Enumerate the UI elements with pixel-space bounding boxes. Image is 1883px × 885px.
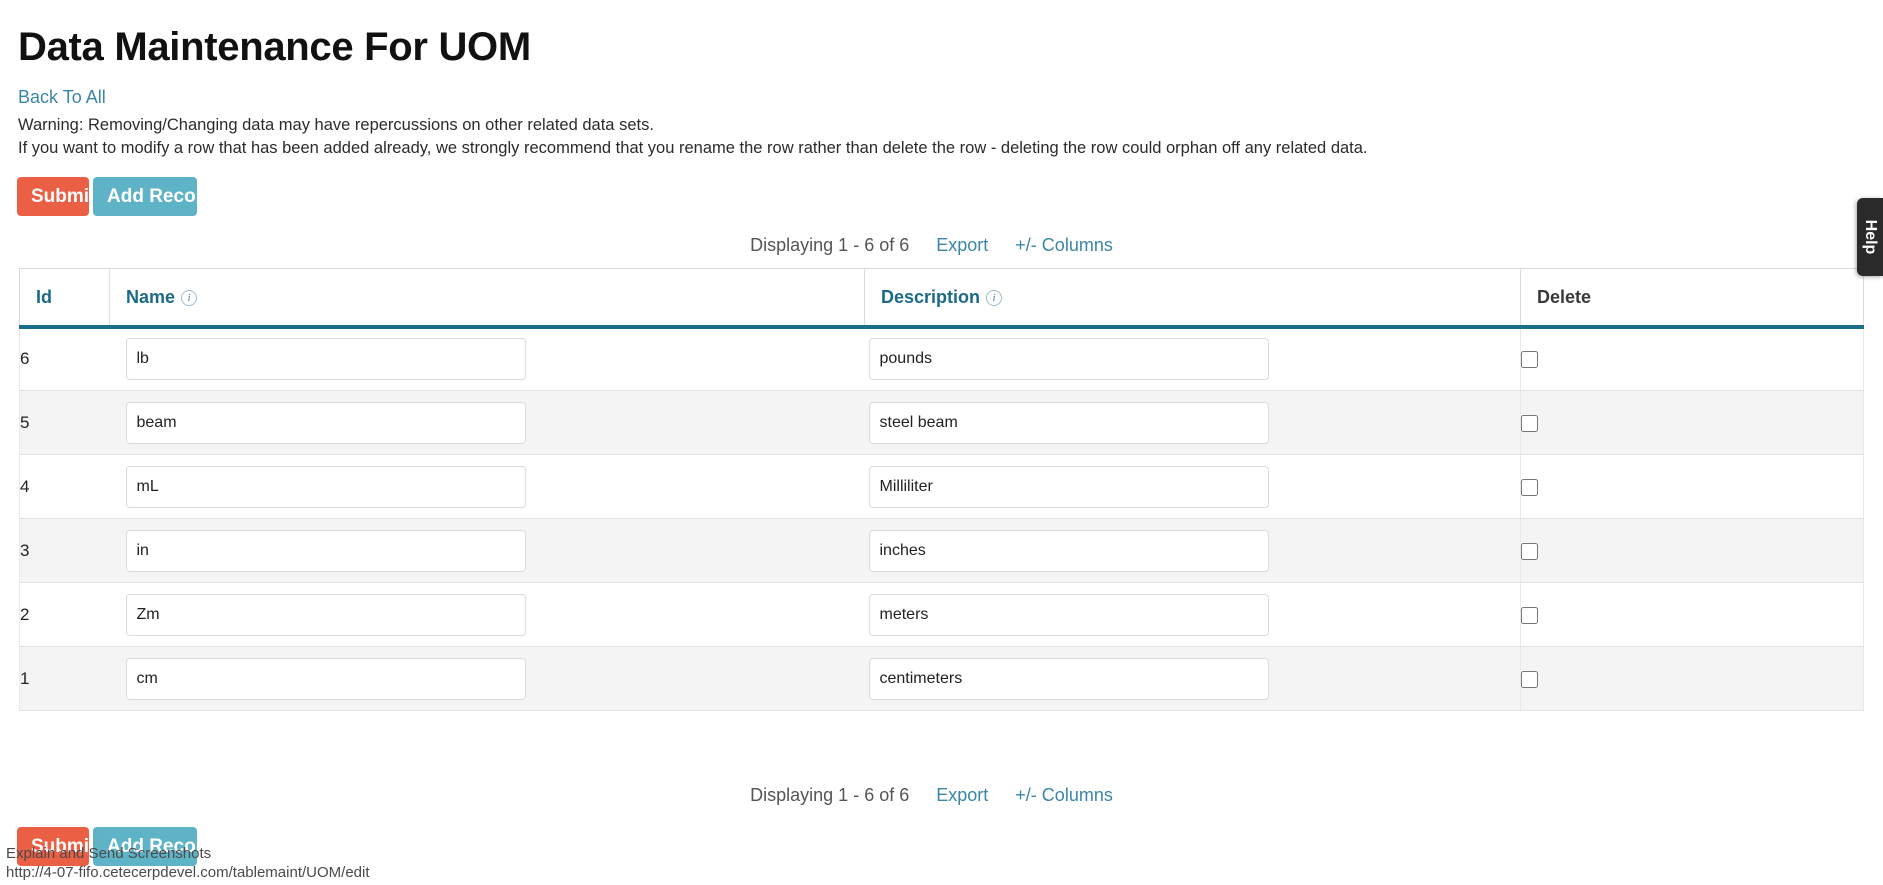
name-input[interactable] bbox=[125, 529, 526, 572]
cell-description bbox=[864, 646, 1521, 711]
column-header-name: Name i bbox=[109, 268, 865, 329]
name-input[interactable] bbox=[125, 465, 526, 508]
description-input[interactable] bbox=[868, 401, 1269, 444]
export-link-bottom[interactable]: Export bbox=[936, 785, 988, 805]
cell-description bbox=[864, 582, 1521, 647]
table-row: 5 bbox=[19, 390, 1864, 455]
cell-description bbox=[864, 454, 1521, 519]
cell-name bbox=[109, 646, 865, 711]
description-input[interactable] bbox=[868, 657, 1269, 700]
cell-delete bbox=[1520, 326, 1864, 391]
description-input[interactable] bbox=[868, 529, 1269, 572]
delete-checkbox[interactable] bbox=[1521, 542, 1538, 560]
table-row: 1 bbox=[19, 646, 1864, 711]
cell-delete bbox=[1520, 582, 1864, 647]
warning-text-line-1: Warning: Removing/Changing data may have… bbox=[18, 116, 654, 134]
record-count-bottom: Displaying 1 - 6 of 6 bbox=[750, 785, 910, 805]
cell-id: 5 bbox=[19, 390, 110, 455]
column-header-id: Id bbox=[19, 268, 110, 329]
delete-checkbox[interactable] bbox=[1521, 351, 1538, 369]
delete-checkbox[interactable] bbox=[1521, 478, 1538, 496]
cell-delete bbox=[1520, 646, 1864, 711]
description-input[interactable] bbox=[868, 465, 1269, 508]
table-row: 4 bbox=[19, 454, 1864, 519]
page-title: Data Maintenance For UOM bbox=[18, 24, 531, 69]
delete-checkbox[interactable] bbox=[1521, 606, 1538, 624]
cell-description bbox=[864, 518, 1521, 583]
back-to-all-link[interactable]: Back To All bbox=[18, 87, 106, 108]
table-meta-top: Displaying 1 - 6 of 6 Export +/- Columns bbox=[0, 235, 1863, 256]
cell-id: 1 bbox=[19, 646, 110, 711]
delete-checkbox[interactable] bbox=[1521, 414, 1538, 432]
cell-id: 2 bbox=[19, 582, 110, 647]
cell-name bbox=[109, 390, 865, 455]
column-header-delete-label: Delete bbox=[1537, 286, 1592, 307]
description-input[interactable] bbox=[868, 338, 1269, 381]
warning-text-line-2: If you want to modify a row that has bee… bbox=[18, 139, 1368, 157]
name-input[interactable] bbox=[125, 657, 526, 700]
browser-status-url: http://4-07-fifo.cetecerpdevel.com/table… bbox=[6, 864, 370, 881]
help-tab-label: Help bbox=[1862, 219, 1879, 255]
cell-delete bbox=[1520, 390, 1864, 455]
column-header-description: Description i bbox=[864, 268, 1521, 329]
cell-name bbox=[109, 582, 865, 647]
info-icon-description[interactable]: i bbox=[986, 289, 1003, 306]
cell-description bbox=[864, 390, 1521, 455]
cell-description bbox=[864, 326, 1521, 391]
cell-id: 4 bbox=[19, 454, 110, 519]
column-header-id-label: Id bbox=[36, 286, 52, 307]
delete-checkbox[interactable] bbox=[1521, 670, 1538, 688]
column-header-name-label: Name bbox=[126, 286, 176, 307]
submit-button-top[interactable]: Submit bbox=[17, 177, 95, 216]
table-meta-bottom: Displaying 1 - 6 of 6 Export +/- Columns bbox=[0, 785, 1863, 806]
page-root: Data Maintenance For UOM Back To All War… bbox=[0, 0, 1883, 885]
table-body: 654321 bbox=[19, 326, 1864, 711]
cell-id: 6 bbox=[19, 326, 110, 391]
extension-tooltip: Explain and Send Screenshots bbox=[6, 845, 212, 862]
help-tab[interactable]: Help bbox=[1857, 198, 1883, 276]
data-table: Id Namei Descriptioni Delete 654321 bbox=[19, 268, 1864, 711]
record-count-top: Displaying 1 - 6 of 6 bbox=[750, 235, 910, 255]
column-header-delete: Delete bbox=[1520, 268, 1864, 329]
cell-delete bbox=[1520, 454, 1864, 519]
cell-delete bbox=[1520, 518, 1864, 583]
export-link-top[interactable]: Export bbox=[936, 235, 988, 255]
add-record-button-top[interactable]: Add Record bbox=[93, 177, 215, 216]
table-row: 6 bbox=[19, 326, 1864, 391]
cell-id: 3 bbox=[19, 518, 110, 583]
table-header-row: Id Name i Description i Delete bbox=[19, 268, 1864, 329]
info-icon-name[interactable]: i bbox=[181, 289, 198, 306]
columns-toggle-link-top[interactable]: +/- Columns bbox=[1015, 235, 1113, 255]
cell-name bbox=[109, 454, 865, 519]
cell-name bbox=[109, 518, 865, 583]
table-header: Id Name i Description i Delete bbox=[19, 268, 1864, 329]
table-row: 3 bbox=[19, 518, 1864, 583]
description-input[interactable] bbox=[868, 593, 1269, 636]
columns-toggle-link-bottom[interactable]: +/- Columns bbox=[1015, 785, 1113, 805]
data-table-container: Id Namei Descriptioni Delete 654321 bbox=[19, 268, 1864, 711]
name-input[interactable] bbox=[125, 338, 526, 381]
name-input[interactable] bbox=[125, 593, 526, 636]
table-row: 2 bbox=[19, 582, 1864, 647]
column-header-description-label: Description bbox=[881, 286, 981, 307]
name-input[interactable] bbox=[125, 401, 526, 444]
cell-name bbox=[109, 326, 865, 391]
